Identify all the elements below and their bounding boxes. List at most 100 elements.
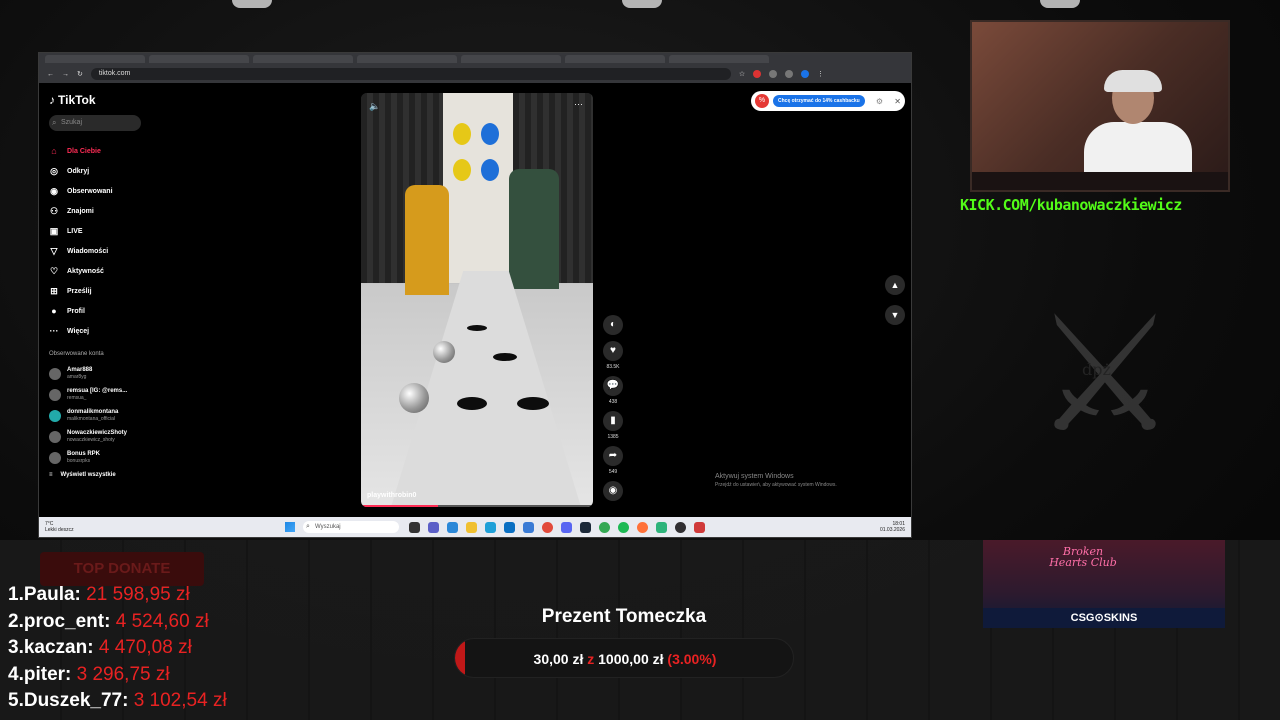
weather-widget[interactable]: 7°C Lekki deszcz (45, 521, 135, 533)
share-button[interactable]: ➦ 549 (603, 446, 623, 475)
nav-item-for-you[interactable]: ⌂ Dla Ciebie (49, 141, 159, 161)
nav-item-more[interactable]: ··· Więcej (49, 321, 159, 341)
logo-text: TikTok (58, 93, 96, 107)
bookmark-button[interactable]: ▮ 1385 (603, 411, 623, 440)
store-icon[interactable] (523, 521, 534, 533)
extension-icon[interactable] (785, 70, 794, 78)
chrome-alt-icon[interactable] (599, 521, 610, 533)
close-icon[interactable]: ✕ (894, 97, 901, 106)
widgets-icon[interactable] (447, 521, 458, 533)
account-name: NowaczkiewiczShoty (67, 430, 128, 436)
nav-item-following[interactable]: ◉ Obserwowani (49, 181, 159, 201)
taskbar-search[interactable]: ⌕ Wyszukaj (303, 521, 399, 533)
channel-url: KICK.COM/kubanowaczkiewicz (960, 196, 1182, 214)
followed-account[interactable]: NowaczkiewiczShoty nowaczkiewicz_shoty (49, 426, 159, 447)
next-video-button[interactable]: ▼ (885, 305, 905, 325)
browser-menu-icon[interactable]: ⋮ (817, 70, 824, 78)
windows-taskbar: 7°C Lekki deszcz ⌕ Wyszukaj 18:01 01.03.… (39, 517, 911, 537)
followed-account[interactable]: Bonus RPK bonusrpks (49, 447, 159, 468)
video-menu-icon[interactable]: ··· (574, 99, 583, 109)
sponsor-ad[interactable]: Broken Hearts Club CSG⊙SKINS (983, 540, 1225, 628)
taskbar-search-placeholder: Wyszukaj (315, 524, 341, 530)
creator-avatar[interactable]: ◐ (603, 315, 623, 335)
nav-item-messages[interactable]: ▽ Wiadomości (49, 241, 159, 261)
system-tray[interactable]: 18:01 01.03.2026 (880, 521, 905, 533)
discord-icon[interactable] (561, 521, 572, 533)
browser-tab[interactable] (357, 55, 457, 63)
donor-row: 5.Duszek_77: 3 102,54 zł (8, 688, 227, 715)
donor-amount: 4 524,60 zł (115, 610, 209, 632)
donor-name: Duszek_77: (23, 690, 129, 711)
file-explorer-icon[interactable] (466, 521, 477, 533)
firefox-icon[interactable] (637, 521, 648, 533)
account-name: Bonus RPK (67, 451, 100, 457)
like-button[interactable]: ♥ 83.5K (603, 341, 623, 370)
tiktok-note-icon: ♪ (49, 93, 55, 107)
home-icon: ⌂ (51, 146, 57, 156)
windows-start-icon[interactable] (285, 522, 295, 532)
followed-account[interactable]: donmalikmontana malikmontana_official (49, 405, 159, 426)
browser-tab[interactable] (461, 55, 561, 63)
following-icon: ◉ (50, 185, 58, 196)
nav-item-profile[interactable]: ● Profil (49, 301, 159, 321)
followed-account[interactable]: Amar888 amar8yg (49, 363, 159, 384)
tiktok-sidebar: ♪ TikTok ⌕ Szukaj ⌂ Dla Ciebie ◎ Odkryj … (39, 83, 169, 517)
settings-icon[interactable]: ⚙ (876, 97, 883, 106)
search-input[interactable]: ⌕ Szukaj (49, 115, 141, 131)
donor-rank: 2. (8, 610, 24, 632)
nav-item-upload[interactable]: ⊞ Prześlij (49, 281, 159, 301)
obs-icon[interactable] (675, 521, 686, 533)
browser-tab[interactable] (669, 55, 769, 63)
video-person (509, 169, 559, 289)
notes-icon[interactable] (656, 521, 667, 533)
extension-icon[interactable] (769, 70, 778, 78)
browser-tab[interactable] (253, 55, 353, 63)
forward-icon[interactable]: → (62, 71, 69, 78)
browser-tab[interactable] (565, 55, 665, 63)
donor-amount: 4 470,08 zł (98, 637, 192, 658)
streamer-headphones (1104, 70, 1162, 92)
ad-title: Broken Hearts Club (1049, 545, 1117, 569)
app-icon[interactable] (694, 521, 705, 533)
nav-item-live[interactable]: ▣ LIVE (49, 221, 159, 241)
nav-item-friends[interactable]: ⚇ Znajomi (49, 201, 159, 221)
browser-tab[interactable] (45, 55, 145, 63)
followed-account[interactable]: remsua [IG: @rems... remsua_ (49, 384, 159, 405)
hooded-figure-emblem: ⚔ dpż (1000, 260, 1210, 490)
avatar (49, 430, 61, 443)
tiktok-logo[interactable]: ♪ TikTok (49, 93, 159, 107)
outlook-icon[interactable] (504, 521, 515, 533)
volume-icon[interactable]: 🔈 (369, 101, 380, 112)
stage-light (232, 0, 272, 8)
nav-item-activity[interactable]: ♡ Aktywność (49, 261, 159, 281)
url-field[interactable]: tiktok.com (90, 68, 731, 80)
comment-button[interactable]: 💬 438 (603, 376, 623, 405)
steam-icon[interactable] (580, 521, 591, 533)
cashback-button[interactable]: Chcę otrzymać do 14% cashbacku (773, 95, 865, 107)
video-balloon (481, 123, 499, 145)
sound-disc[interactable]: ◉ (603, 481, 623, 501)
video-ball (433, 341, 455, 363)
extension-icon[interactable] (753, 70, 762, 78)
bookmark-icon: ▮ (603, 411, 623, 431)
teams-icon[interactable] (428, 521, 439, 533)
edge-icon[interactable] (485, 521, 496, 533)
task-view-icon[interactable] (409, 521, 420, 533)
spotify-icon[interactable] (618, 521, 629, 533)
bookmark-count: 1385 (607, 434, 619, 440)
video-progress-bar[interactable] (361, 505, 593, 507)
nav-item-explore[interactable]: ◎ Odkryj (49, 161, 159, 181)
chrome-icon[interactable] (542, 521, 553, 533)
reload-icon[interactable]: ↻ (77, 70, 83, 78)
back-icon[interactable]: ← (47, 71, 54, 78)
see-all-link[interactable]: ≡ Wyświetl wszystkie (49, 472, 159, 478)
search-icon: ⌕ (306, 523, 310, 530)
video-author[interactable]: playwithrobin0 (367, 492, 416, 499)
gift-goal-bar: 30,00 zł z 1000,00 zł (3.00%) (454, 638, 794, 678)
account-name: remsua [IG: @rems... (67, 388, 128, 394)
bookmark-star-icon[interactable]: ☆ (739, 70, 745, 78)
previous-video-button[interactable]: ▲ (885, 275, 905, 295)
browser-tab[interactable] (149, 55, 249, 63)
profile-avatar[interactable] (801, 70, 810, 78)
video-player[interactable]: 🔈 ··· playwithrobin0 (361, 93, 593, 507)
